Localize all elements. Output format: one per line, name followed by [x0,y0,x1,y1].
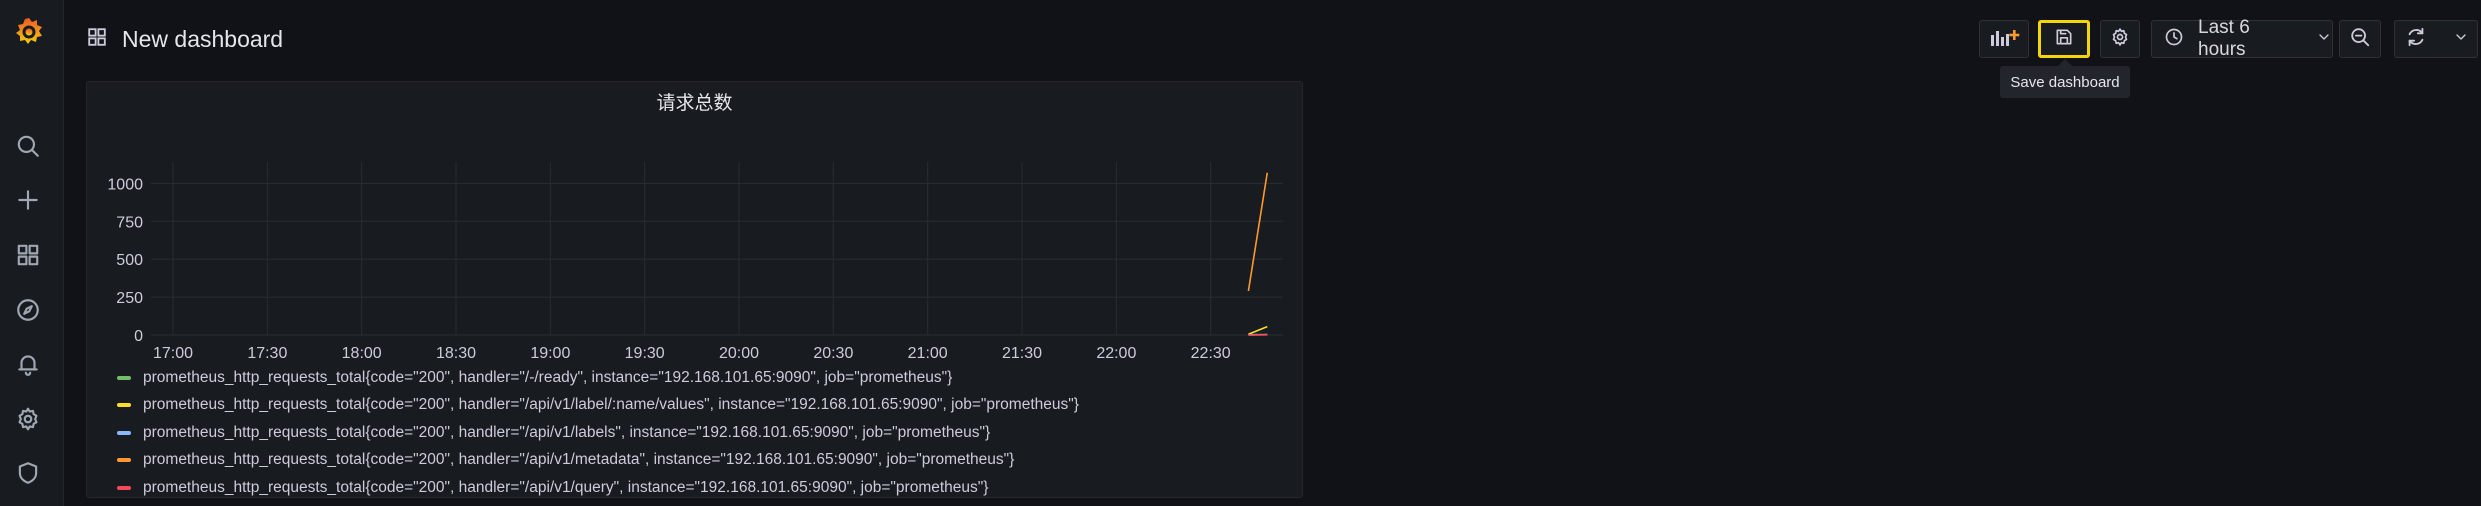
legend-item[interactable]: prometheus_http_requests_total{code="200… [117,392,1287,420]
chevron-down-icon [2453,29,2469,50]
refresh-icon [2405,26,2427,53]
add-panel-button[interactable] [1979,20,2029,58]
legend-label: prometheus_http_requests_total{code="200… [143,396,1079,414]
x-tick-label: 17:00 [153,345,193,362]
refresh-picker[interactable] [2394,20,2478,58]
x-tick-label: 21:30 [1002,345,1042,362]
legend-label: prometheus_http_requests_total{code="200… [143,478,989,496]
gear-icon[interactable] [13,404,43,434]
legend-swatch [117,458,131,463]
x-tick-label: 19:30 [625,345,665,362]
x-tick-label: 20:00 [719,345,759,362]
dashboard-settings-button[interactable] [2100,20,2140,58]
zoom-out-button[interactable] [2339,20,2381,58]
add-panel-icon [1988,26,2020,53]
compass-icon[interactable] [13,295,43,325]
x-tick-label: 22:30 [1191,345,1231,362]
legend-label: prometheus_http_requests_total{code="200… [143,368,953,386]
save-dashboard-button[interactable] [2038,20,2090,58]
x-tick-label: 20:30 [813,345,853,362]
legend-label: prometheus_http_requests_total{code="200… [143,423,991,441]
bell-icon[interactable] [13,349,43,379]
shield-icon[interactable] [13,458,43,488]
y-tick-label: 250 [116,290,143,307]
legend-label: prometheus_http_requests_total{code="200… [143,451,1015,469]
grafana-logo-icon[interactable] [12,15,46,49]
chevron-down-icon [2316,29,2332,50]
time-series-chart[interactable]: 0 250 500 750 1000 17:00 17:30 18:00 18:30 19:00 1… [87,82,1303,372]
save-icon [2054,27,2074,52]
legend-item[interactable]: prometheus_http_requests_total{code="200… [117,447,1287,475]
y-tick-label: 500 [116,252,143,269]
legend-swatch [117,430,131,435]
legend-item[interactable]: prometheus_http_requests_total{code="200… [117,419,1287,447]
zoom-out-icon [2349,26,2371,53]
x-tick-label: 18:30 [436,345,476,362]
legend-item[interactable]: prometheus_http_requests_total{code="200… [117,474,1287,497]
time-range-label: Last 6 hours [2198,17,2250,60]
legend-item[interactable]: prometheus_http_requests_total{code="200… [117,364,1287,392]
dashboard-title[interactable]: New dashboard [122,26,283,53]
save-dashboard-tooltip: Save dashboard [2000,59,2130,98]
dashboard-grid-icon [86,26,108,53]
legend-swatch [117,485,131,490]
graph-panel[interactable]: 请求总数 0 250 500 750 1000 17:00 17:30 18:00 18:30 1… [86,81,1303,498]
chart-legend: prometheus_http_requests_total{code="200… [117,364,1287,497]
series-line [1248,325,1268,335]
clock-icon [2164,27,2184,52]
x-tick-label: 22:00 [1096,345,1136,362]
series-line [1247,172,1269,292]
legend-swatch [117,375,131,380]
y-tick-label: 0 [134,328,143,345]
search-icon[interactable] [13,131,43,161]
dashboard-header: New dashboard [86,22,283,56]
y-tick-label: 750 [116,214,143,231]
x-tick-label: 17:30 [247,345,287,362]
sidebar [0,0,64,506]
x-tick-label: 18:00 [342,345,382,362]
x-tick-label: 19:00 [530,345,570,362]
gear-icon [2110,27,2130,52]
time-range-picker[interactable]: Last 6 hours [2151,17,2333,60]
plus-icon[interactable] [13,185,43,215]
apps-icon[interactable] [13,240,43,270]
x-tick-label: 21:00 [908,345,948,362]
y-tick-label: 1000 [107,176,143,193]
legend-swatch [117,403,131,408]
